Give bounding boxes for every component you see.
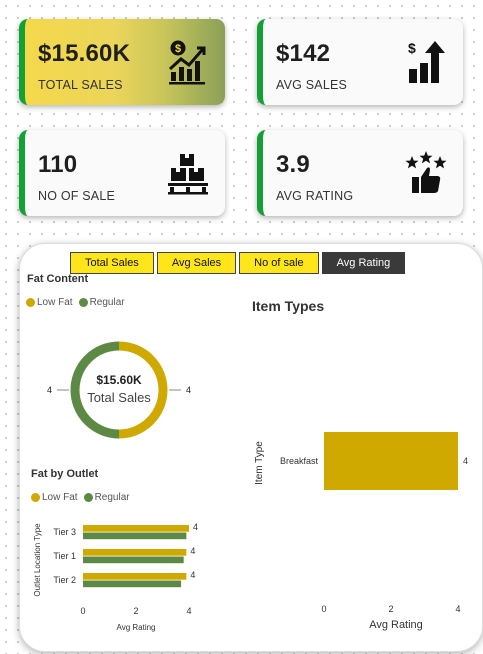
stars-thumbs-up-icon <box>405 151 447 193</box>
legend-item-regular[interactable]: Regular <box>83 492 130 503</box>
kpi-label: AVG SALES <box>276 78 348 92</box>
fat-content-legend: Low Fat Regular <box>26 297 125 308</box>
x-tick-label: 2 <box>133 606 138 616</box>
kpi-label: NO OF SALE <box>38 189 116 203</box>
metric-tabs: Total Sales Avg Sales No of sale Avg Rat… <box>70 252 406 274</box>
kpi-value: 3.9 <box>276 151 310 178</box>
fat-content-donut-chart: 4 4 $15.60K Total Sales <box>47 341 191 439</box>
legend-label: Regular <box>94 492 130 503</box>
x-axis-label: Avg Rating <box>369 619 423 631</box>
kpi-label: TOTAL SALES <box>38 78 123 92</box>
x-tick-label: 4 <box>455 604 460 614</box>
x-tick-label: 4 <box>186 606 191 616</box>
kpi-value: 110 <box>38 151 78 178</box>
bar-data-label: 4 <box>463 456 468 466</box>
x-tick-label: 0 <box>321 604 326 614</box>
bar-regular-tier-2[interactable] <box>83 580 182 588</box>
donut-center-value: $15.60K <box>96 373 142 387</box>
donut-center-label: Total Sales <box>87 390 151 405</box>
tab-avg-rating[interactable]: Avg Rating <box>321 252 406 274</box>
bar-regular-tier-1[interactable] <box>83 556 184 564</box>
kpi-value: $142 <box>276 40 331 67</box>
x-tick-label: 2 <box>388 604 393 614</box>
x-axis-label: Avg Rating <box>117 623 156 632</box>
legend-item-low-fat[interactable]: Low Fat <box>26 297 73 308</box>
donut-data-label: 4 <box>47 385 52 395</box>
kpi-card-no-of-sale[interactable]: 110 NO OF SALE <box>19 130 225 216</box>
category-tick-label: Tier 1 <box>53 551 76 561</box>
tab-avg-sales[interactable]: Avg Sales <box>156 252 237 274</box>
bar-low-fat-tier-3[interactable] <box>83 525 189 532</box>
category-tick-label: Tier 3 <box>53 527 76 537</box>
legend-dot-icon <box>83 493 93 502</box>
bar-regular-tier-3[interactable] <box>83 532 187 540</box>
y-axis-label: Item Type <box>254 441 265 485</box>
tab-total-sales[interactable]: Total Sales <box>70 252 154 274</box>
tab-no-of-sale[interactable]: No of sale <box>239 252 319 274</box>
kpi-card-total-sales[interactable]: $15.60K TOTAL SALES $ <box>19 19 225 105</box>
bar-low-fat-tier-2[interactable] <box>83 573 187 580</box>
svg-text:$: $ <box>408 40 416 56</box>
item-types-title: Item Types <box>252 298 325 314</box>
bar-data-label: 4 <box>190 546 195 556</box>
bar-data-label: 4 <box>193 522 198 532</box>
svg-text:$: $ <box>175 43 181 55</box>
legend-label: Low Fat <box>37 297 73 308</box>
bar-data-label: 4 <box>190 570 195 580</box>
kpi-value: $15.60K <box>38 40 131 67</box>
legend-label: Regular <box>89 297 125 308</box>
legend-item-regular[interactable]: Regular <box>78 297 125 308</box>
boxes-pallet-icon <box>168 154 208 195</box>
item-types-bar-chart: Item Type Avg Rating Breakfast 4 0 2 4 <box>254 432 468 631</box>
donut-data-label: 4 <box>186 385 191 395</box>
fat-by-outlet-legend: Low Fat Regular <box>31 492 130 503</box>
legend-dot-icon <box>26 298 35 307</box>
fat-by-outlet-title: Fat by Outlet <box>31 468 99 480</box>
bar-breakfast[interactable] <box>324 432 458 490</box>
kpi-card-avg-rating[interactable]: 3.9 AVG RATING <box>257 130 463 216</box>
dollar-bars-arrow-icon: $ <box>408 40 445 83</box>
bar-low-fat-tier-1[interactable] <box>83 549 187 556</box>
kpi-card-avg-sales[interactable]: $142 AVG SALES $ <box>257 19 463 105</box>
x-tick-label: 0 <box>80 606 85 616</box>
legend-label: Low Fat <box>42 492 78 503</box>
money-chart-icon: $ <box>168 40 206 85</box>
category-tick-label: Breakfast <box>280 456 319 466</box>
fat-content-title: Fat Content <box>27 273 89 285</box>
legend-dot-icon <box>31 493 40 502</box>
fat-by-outlet-bar-chart: Outlet Location Type Avg Rating Tier 3 4 T… <box>33 522 198 632</box>
category-tick-label: Tier 2 <box>53 575 76 585</box>
legend-item-low-fat[interactable]: Low Fat <box>31 492 78 503</box>
y-axis-label: Outlet Location Type <box>33 523 42 597</box>
legend-dot-icon <box>78 298 88 307</box>
kpi-label: AVG RATING <box>276 189 354 203</box>
